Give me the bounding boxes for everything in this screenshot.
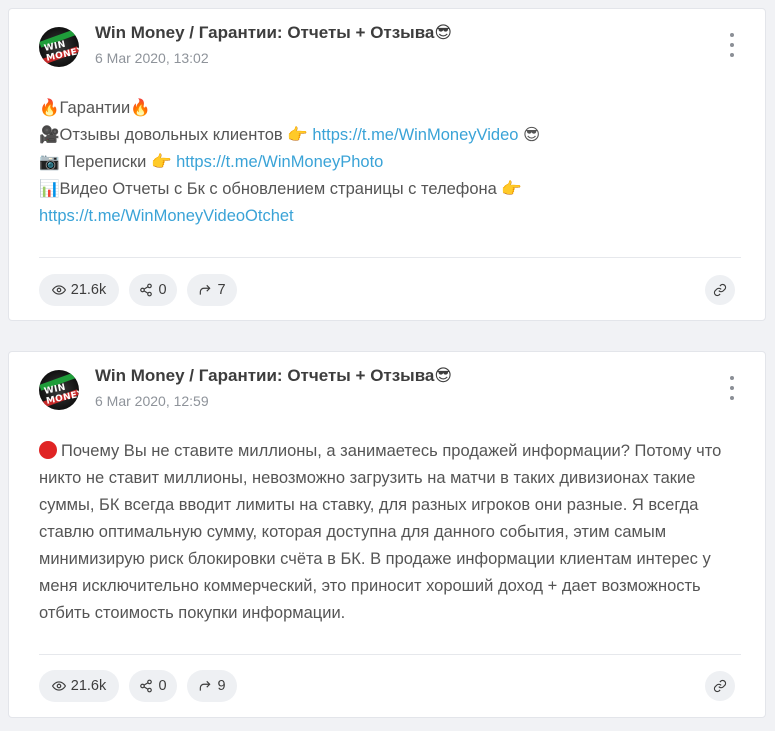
views-counter[interactable]: 21.6k bbox=[39, 670, 119, 702]
channel-title[interactable]: Win Money / Гарантии: Отчеты + Отзыва😎 bbox=[95, 23, 452, 43]
post-link[interactable]: https://t.me/WinMoneyVideoOtchet bbox=[39, 207, 294, 225]
views-count: 21.6k bbox=[70, 282, 107, 298]
post-text: Почему Вы не ставите миллионы, а занимае… bbox=[39, 438, 741, 627]
post-text: 🔥Гарантии🔥 🎥Отзывы довольных клиентов 👉 … bbox=[39, 95, 741, 230]
post-link[interactable]: https://t.me/WinMoneyPhoto bbox=[176, 153, 383, 171]
post-card: WIN MONEY Win Money / Гарантии: Отчеты +… bbox=[8, 351, 766, 718]
forward-icon bbox=[200, 680, 211, 691]
shares-count: 0 bbox=[158, 678, 167, 694]
post-card: WIN MONEY Win Money / Гарантии: Отчеты +… bbox=[8, 8, 766, 321]
post-paragraph: Почему Вы не ставите миллионы, а занимае… bbox=[39, 438, 741, 627]
post-line: https://t.me/WinMoneyVideoOtchet bbox=[39, 203, 741, 230]
post-line: 🔥Гарантии🔥 bbox=[39, 95, 741, 122]
post-link[interactable]: https://t.me/WinMoneyVideo bbox=[312, 126, 518, 144]
copy-link-button[interactable] bbox=[705, 275, 735, 305]
line-text: 🔥Гарантии🔥 bbox=[39, 99, 151, 117]
shares-counter[interactable]: 0 bbox=[129, 670, 177, 702]
channel-title[interactable]: Win Money / Гарантии: Отчеты + Отзыва😎 bbox=[95, 366, 452, 386]
eye-icon bbox=[51, 285, 66, 295]
forwards-counter[interactable]: 9 bbox=[187, 670, 237, 702]
eye-icon bbox=[51, 681, 66, 691]
forwards-counter[interactable]: 7 bbox=[187, 274, 237, 306]
shares-count: 0 bbox=[158, 282, 167, 298]
share-icon bbox=[140, 283, 153, 297]
divider bbox=[39, 654, 741, 655]
more-vertical-icon[interactable] bbox=[727, 33, 737, 57]
post-line: 📷 Переписки 👉 https://t.me/WinMoneyPhoto bbox=[39, 149, 741, 176]
forwards-count: 7 bbox=[217, 282, 226, 298]
views-counter[interactable]: 21.6k bbox=[39, 274, 119, 306]
views-count: 21.6k bbox=[70, 678, 107, 694]
channel-avatar[interactable]: WIN MONEY bbox=[39, 370, 79, 410]
line-text: 📷 Переписки 👉 bbox=[39, 153, 177, 171]
copy-link-button[interactable] bbox=[705, 671, 735, 701]
red-circle-icon bbox=[39, 441, 57, 459]
shares-counter[interactable]: 0 bbox=[129, 274, 177, 306]
post-date[interactable]: 6 Mar 2020, 13:02 bbox=[95, 50, 209, 66]
post-footer: 21.6k 0 9 bbox=[39, 670, 735, 702]
divider bbox=[39, 257, 741, 258]
line-text: 🎥Отзывы довольных клиентов 👉 bbox=[39, 126, 313, 144]
post-footer: 21.6k 0 7 bbox=[39, 274, 735, 306]
post-line: 🎥Отзывы довольных клиентов 👉 https://t.m… bbox=[39, 122, 741, 149]
channel-avatar[interactable]: WIN MONEY bbox=[39, 27, 79, 67]
line-text: 📊Видео Отчеты с Бк с обновлением страниц… bbox=[39, 180, 522, 198]
more-vertical-icon[interactable] bbox=[727, 376, 737, 400]
paragraph-text: Почему Вы не ставите миллионы, а занимае… bbox=[39, 442, 722, 622]
forward-icon bbox=[200, 284, 211, 295]
share-icon bbox=[140, 679, 153, 693]
line-text: 😎 bbox=[518, 126, 541, 144]
link-icon bbox=[713, 679, 727, 693]
link-icon bbox=[713, 283, 727, 297]
forwards-count: 9 bbox=[217, 678, 226, 694]
post-date[interactable]: 6 Mar 2020, 12:59 bbox=[95, 393, 209, 409]
post-line: 📊Видео Отчеты с Бк с обновлением страниц… bbox=[39, 176, 741, 203]
